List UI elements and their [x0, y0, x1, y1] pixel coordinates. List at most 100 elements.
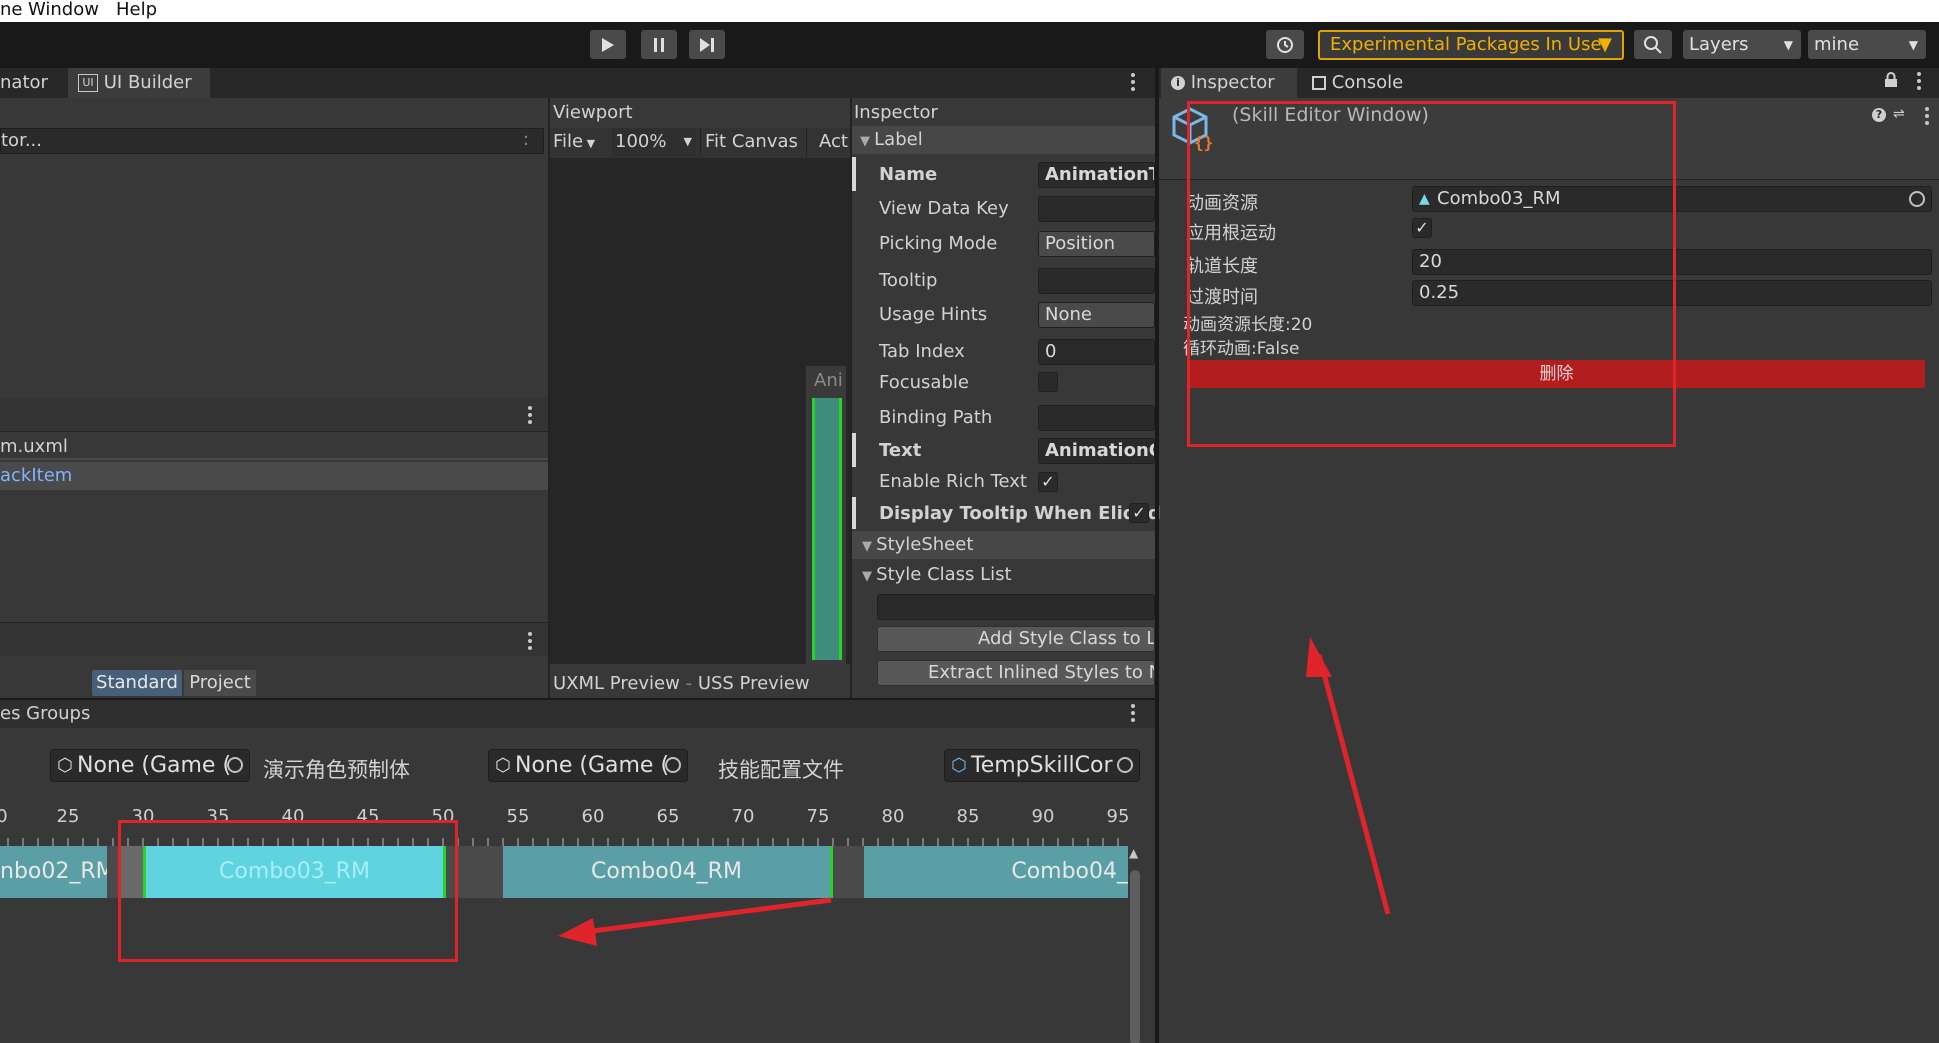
tooltip-field[interactable] [1038, 268, 1155, 294]
style-class-input[interactable] [877, 594, 1155, 620]
experimental-packages-button[interactable]: Experimental Packages In Use ▼ [1318, 30, 1624, 60]
search-options-icon: : [522, 129, 529, 150]
character-prefab-value: None (Game ( [77, 753, 232, 778]
field-label-usage-hints: Usage Hints [879, 304, 988, 325]
add-style-class-button[interactable]: Add Style Class to Li [877, 626, 1155, 652]
search-button[interactable] [1634, 30, 1672, 59]
tab-index-field[interactable]: 0 [1038, 339, 1155, 365]
tab-ui-builder-label: UI Builder [103, 72, 192, 93]
override-indicator [852, 497, 856, 529]
object-picker-icon[interactable] [1909, 191, 1925, 207]
canvas-preview-element[interactable]: Ani [806, 366, 846, 664]
hierarchy-search-input[interactable]: tor... : [0, 128, 544, 154]
object-picker-icon[interactable] [227, 757, 243, 773]
layout-dropdown[interactable]: mine ▼ [1808, 30, 1926, 59]
gameobject-icon: ⬡ [495, 755, 511, 776]
scroll-up-icon[interactable]: ▲ [1129, 846, 1138, 860]
pause-icon [654, 37, 664, 52]
help-icon[interactable]: ? [1872, 108, 1886, 122]
field-label-display-tooltip: Display Tooltip When Elided [879, 503, 1161, 524]
ruler-tick-label: 95 [1106, 806, 1130, 827]
usage-hints-dropdown[interactable]: None [1038, 302, 1155, 328]
extract-styles-button[interactable]: Extract Inlined Styles to Ne [877, 660, 1155, 686]
name-field[interactable]: AnimationTr [1038, 162, 1155, 188]
text-field[interactable]: AnimationCl [1038, 438, 1155, 464]
field-label-name: Name [879, 164, 938, 185]
tab-ui-builder[interactable]: UI UI Builder [68, 68, 210, 98]
more-options-icon[interactable] [528, 632, 532, 653]
section-label-foldout[interactable]: ▼ Label [852, 126, 1155, 154]
undo-history-button[interactable] [1266, 30, 1304, 59]
view-data-key-field[interactable] [1038, 196, 1155, 222]
foldout-arrow-icon: ▼ [862, 569, 877, 584]
pause-button[interactable] [641, 30, 677, 59]
object-picker-icon[interactable] [1117, 757, 1133, 773]
lock-icon[interactable] [1884, 72, 1898, 88]
more-options-icon[interactable] [1131, 73, 1135, 94]
display-tooltip-checkbox[interactable]: ✓ [1129, 503, 1149, 523]
skill-config-field[interactable]: ⬡ None (Game ( [488, 749, 688, 782]
stylesheet-foldout[interactable]: ▼ StyleSheet [852, 531, 1155, 559]
window-splitter[interactable] [1155, 68, 1159, 1043]
tab-animator[interactable]: nator [0, 68, 62, 98]
layers-dropdown[interactable]: Layers ▼ [1683, 30, 1801, 59]
temp-skill-config-field[interactable]: ⬡ TempSkillCor [944, 749, 1140, 782]
skill-editor-header [0, 700, 1155, 728]
menu-item-file[interactable]: ne [0, 0, 22, 20]
style-class-list-label: Style Class List [876, 564, 1012, 585]
ruler-tick-label: 25 [56, 806, 80, 827]
actions-button[interactable]: Act [806, 128, 850, 156]
chevron-down-icon: ▼ [1598, 34, 1612, 55]
picking-mode-dropdown[interactable]: Position [1038, 231, 1155, 257]
gameobject-icon: ⬡ [57, 755, 73, 776]
focusable-checkbox[interactable] [1038, 372, 1058, 392]
tab-inspector-label: Inspector [1190, 72, 1275, 93]
tab-project[interactable]: Project [184, 670, 256, 696]
step-button[interactable] [689, 30, 725, 59]
fit-canvas-button[interactable]: Fit Canvas [700, 128, 800, 156]
preset-icon[interactable]: ⇌ [1893, 106, 1909, 122]
scrollbar-thumb[interactable] [1130, 870, 1140, 1043]
preview-tabs: UXML Preview - USS Preview [550, 670, 850, 698]
object-picker-icon[interactable] [665, 757, 681, 773]
annotation-arrow-up-icon [1306, 637, 1391, 915]
search-text: tor... [1, 130, 42, 151]
binding-path-field[interactable] [1038, 405, 1155, 431]
animation-clip[interactable]: nbo02_RM [0, 846, 107, 898]
timeline-scrollbar[interactable]: ▲ [1128, 846, 1142, 1043]
more-options-icon[interactable] [528, 406, 532, 427]
zoom-dropdown[interactable]: 100% ▼ [612, 128, 696, 156]
tab-uss-preview[interactable]: USS Preview [698, 673, 810, 694]
animation-clip[interactable]: Combo04_ [864, 846, 1128, 898]
more-options-icon[interactable] [1917, 72, 1921, 93]
menu-item-window[interactable]: Window [28, 0, 99, 20]
field-label-binding-path: Binding Path [879, 407, 993, 428]
menu-item-help[interactable]: Help [116, 0, 157, 20]
viewport-canvas[interactable] [550, 158, 850, 664]
tab-standard[interactable]: Standard [92, 670, 182, 696]
enable-rich-text-checkbox[interactable]: ✓ [1038, 472, 1058, 492]
character-prefab-field[interactable]: ⬡ None (Game ( [50, 749, 250, 782]
more-options-icon[interactable] [1131, 704, 1135, 725]
file-menu[interactable]: File ▼ [553, 128, 605, 156]
field-label-enable-rich-text: Enable Rich Text [879, 471, 1027, 492]
ruler-tick-label: 65 [656, 806, 680, 827]
style-class-list-foldout[interactable]: ▼ Style Class List [852, 561, 1155, 589]
hierarchy-item-uxml[interactable]: m.uxml [0, 434, 548, 460]
tab-uxml-preview[interactable]: UXML Preview [553, 673, 680, 694]
ruler-tick-label: 90 [1031, 806, 1055, 827]
ruler-tick-label: 85 [956, 806, 980, 827]
more-options-icon[interactable] [1925, 107, 1929, 128]
temp-skill-config-value: TempSkillCor [971, 753, 1113, 778]
field-label-view-data-key: View Data Key [879, 198, 1009, 219]
chevron-down-icon: ▼ [1783, 37, 1793, 52]
play-button[interactable] [590, 30, 626, 59]
override-indicator [852, 157, 856, 191]
tab-console-label: Console [1331, 72, 1404, 93]
tab-inspector[interactable]: i Inspector [1161, 68, 1297, 98]
override-indicator [852, 433, 856, 467]
preview-track-element [812, 398, 842, 660]
hierarchy-item-selected[interactable]: ackItem [0, 462, 548, 490]
history-icon [1277, 36, 1293, 53]
tab-console[interactable]: Console [1306, 68, 1426, 98]
